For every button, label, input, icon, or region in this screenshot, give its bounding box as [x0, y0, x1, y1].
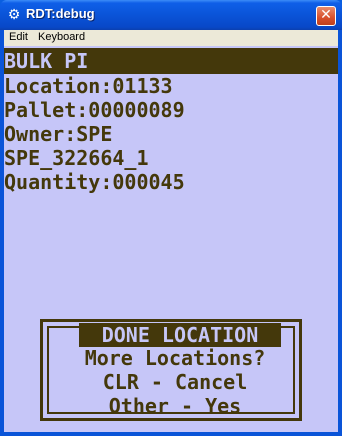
- menu-edit[interactable]: Edit: [9, 31, 28, 43]
- quantity-line: Quantity:000045: [4, 170, 185, 194]
- close-button[interactable]: ✕: [316, 6, 336, 26]
- dialog-question: More Locations?: [84, 346, 266, 370]
- done-location-dialog: DONE LOCATION More Locations? CLR - Canc…: [40, 319, 302, 421]
- location-line: Location:01133: [4, 74, 173, 98]
- menu-keyboard[interactable]: Keyboard: [38, 31, 85, 43]
- menu-bar: Edit Keyboard: [4, 30, 338, 46]
- app-window: ⚙ RDT:debug ✕ Edit Keyboard BULK PI Loca…: [0, 0, 342, 436]
- dialog-option-cancel: CLR - Cancel: [102, 370, 248, 394]
- title-bar[interactable]: ⚙ RDT:debug ✕: [0, 0, 342, 30]
- app-icon: ⚙: [7, 7, 21, 23]
- item-line: SPE_322664_1: [4, 146, 149, 170]
- dialog-option-yes: Other - Yes: [108, 394, 242, 418]
- dialog-frame: DONE LOCATION More Locations? CLR - Canc…: [47, 323, 295, 418]
- window-frame-right: [338, 30, 342, 436]
- window-title: RDT:debug: [26, 6, 95, 21]
- screen-header: BULK PI: [4, 48, 338, 74]
- dialog-title: DONE LOCATION: [79, 323, 281, 347]
- window-frame-bottom: [0, 432, 342, 436]
- close-icon: ✕: [320, 7, 332, 23]
- pallet-line: Pallet:00000089: [4, 98, 185, 122]
- terminal-screen[interactable]: BULK PI Location:01133 Pallet:00000089 O…: [4, 46, 338, 432]
- owner-line: Owner:SPE: [4, 122, 113, 146]
